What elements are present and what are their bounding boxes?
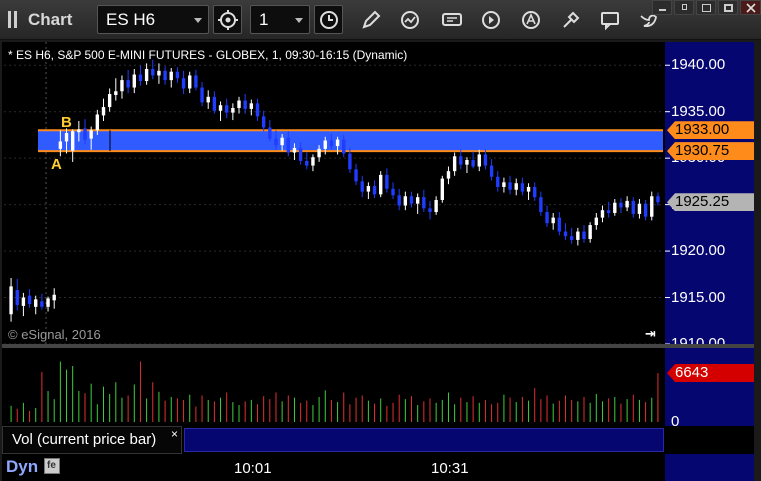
time-axis-corner xyxy=(665,454,754,481)
time-axis[interactable] xyxy=(2,454,754,481)
study-value-area xyxy=(184,428,664,452)
dynamic-mode-label[interactable]: Dyn xyxy=(6,457,38,477)
time-axis-label: 10:31 xyxy=(431,460,469,477)
settings-icon[interactable]: fe xyxy=(44,458,60,474)
study-close-icon[interactable]: × xyxy=(171,427,178,441)
time-axis-label: 10:01 xyxy=(234,460,272,477)
study-label: Vol (current price bar) xyxy=(12,431,157,448)
volume-value-tag: 6643 xyxy=(667,364,754,383)
volume-chart[interactable] xyxy=(0,0,761,481)
window-edge xyxy=(754,40,761,481)
